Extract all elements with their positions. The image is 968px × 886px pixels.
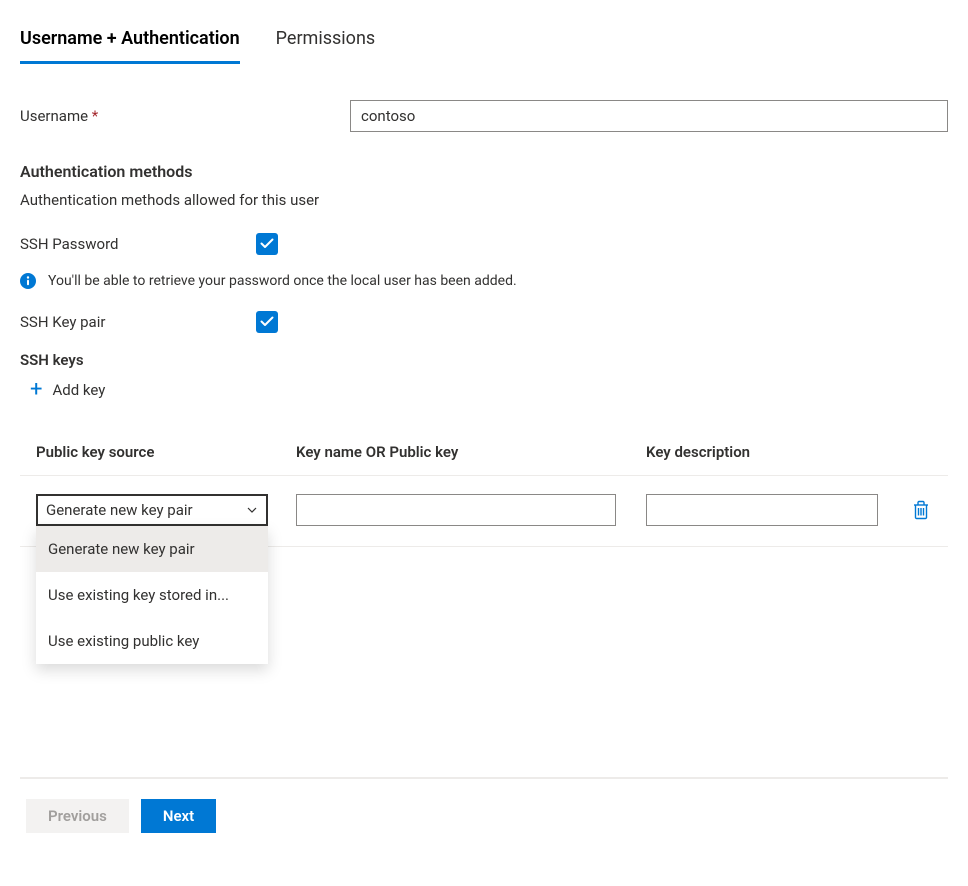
username-label: Username * — [20, 107, 350, 125]
tab-username-auth[interactable]: Username + Authentication — [20, 20, 240, 64]
ssh-keypair-row: SSH Key pair — [20, 311, 948, 333]
header-key-description: Key description — [646, 443, 932, 461]
dropdown-option-generate[interactable]: Generate new key pair — [36, 526, 268, 572]
next-button[interactable]: Next — [141, 799, 216, 833]
ssh-keys-table: Public key source Key name OR Public key… — [20, 443, 948, 547]
ssh-keypair-checkbox[interactable] — [256, 311, 278, 333]
key-name-input[interactable] — [296, 494, 616, 526]
password-info-message: You'll be able to retrieve your password… — [20, 273, 948, 289]
ssh-keypair-label: SSH Key pair — [20, 313, 256, 331]
cell-key-description — [646, 494, 932, 526]
key-description-input[interactable] — [646, 494, 878, 526]
auth-methods-sub: Authentication methods allowed for this … — [20, 191, 948, 209]
previous-button[interactable]: Previous — [26, 799, 129, 833]
header-key-name: Key name OR Public key — [296, 443, 646, 461]
dropdown-option-existing-stored[interactable]: Use existing key stored in... — [36, 572, 268, 618]
auth-methods-heading: Authentication methods — [20, 162, 948, 181]
dropdown-list: Generate new key pair Use existing key s… — [36, 526, 268, 664]
info-icon — [20, 273, 36, 289]
delete-icon[interactable] — [912, 500, 930, 520]
chevron-down-icon — [246, 504, 258, 516]
required-asterisk: * — [92, 107, 98, 125]
table-header-row: Public key source Key name OR Public key… — [20, 443, 948, 476]
tabs-bar: Username + Authentication Permissions — [20, 20, 948, 64]
username-input[interactable] — [350, 100, 948, 132]
dropdown-option-existing-public[interactable]: Use existing public key — [36, 618, 268, 664]
footer-buttons: Previous Next — [20, 799, 948, 833]
plus-icon: + — [30, 379, 42, 401]
cell-public-key-source: Generate new key pair Generate new key p… — [36, 494, 296, 526]
ssh-keys-heading: SSH keys — [20, 351, 948, 369]
add-key-label: Add key — [52, 381, 105, 399]
tab-permissions[interactable]: Permissions — [276, 20, 376, 64]
dropdown-selected-value: Generate new key pair — [46, 501, 193, 519]
header-public-key-source: Public key source — [36, 443, 296, 461]
ssh-password-label: SSH Password — [20, 235, 256, 253]
public-key-source-dropdown[interactable]: Generate new key pair — [36, 494, 268, 526]
ssh-password-checkbox[interactable] — [256, 233, 278, 255]
footer-divider — [20, 777, 948, 779]
cell-key-name — [296, 494, 646, 526]
check-icon — [259, 236, 275, 252]
username-row: Username * — [20, 100, 948, 132]
check-icon — [259, 314, 275, 330]
table-row: Generate new key pair Generate new key p… — [20, 476, 948, 547]
ssh-password-row: SSH Password — [20, 233, 948, 255]
add-key-button[interactable]: + Add key — [30, 379, 105, 401]
info-text: You'll be able to retrieve your password… — [48, 273, 517, 289]
